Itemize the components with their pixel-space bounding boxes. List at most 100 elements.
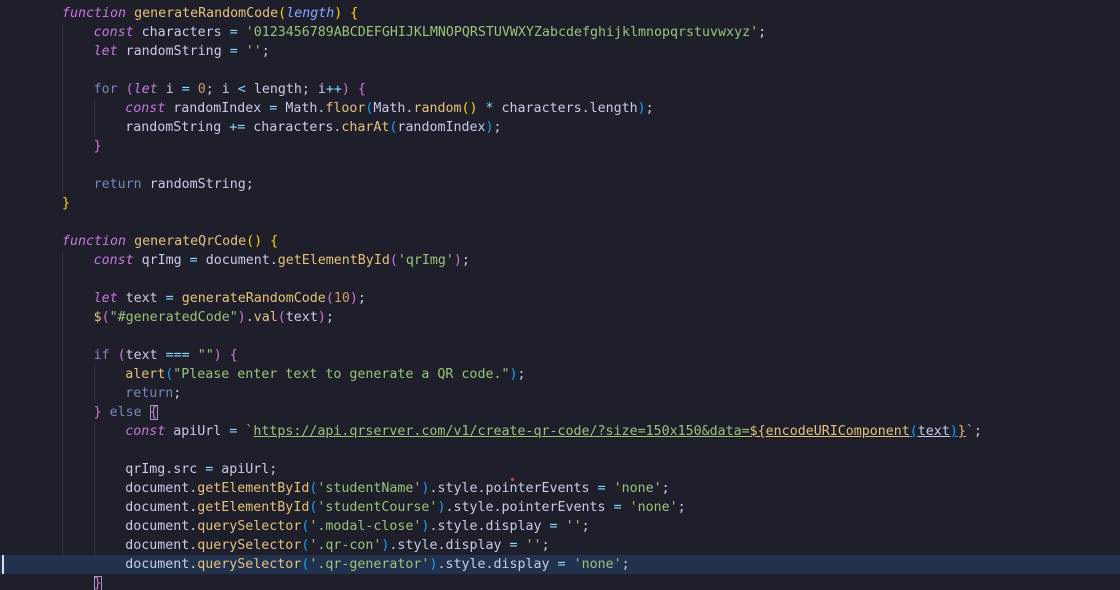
- code-line[interactable]: document.querySelector('.qr-con').style.…: [0, 536, 1120, 555]
- code-token: ;: [541, 538, 550, 553]
- code-token: '': [245, 44, 262, 59]
- code-token: alert: [125, 367, 166, 382]
- code-token: (: [125, 82, 134, 97]
- code-token: ++: [325, 82, 342, 97]
- code-line[interactable]: if (text === "") {: [0, 346, 1120, 365]
- code-line[interactable]: const qrImg = document.getElementById('q…: [0, 251, 1120, 270]
- code-token: 'none': [629, 500, 678, 515]
- code-editor[interactable]: function generateRandomCode(length) {con…: [0, 0, 1120, 590]
- code-line[interactable]: document.getElementById('studentCourse')…: [0, 498, 1120, 517]
- code-token: for: [93, 82, 118, 97]
- code-line[interactable]: [0, 213, 1120, 232]
- code-line[interactable]: } else {: [0, 403, 1120, 422]
- code-token: (: [117, 348, 126, 363]
- code-line[interactable]: }: [0, 194, 1120, 213]
- code-line[interactable]: document.querySelector('.modal-close').s…: [0, 517, 1120, 536]
- code-line[interactable]: [0, 327, 1120, 346]
- code-line[interactable]: }: [0, 137, 1120, 156]
- code-line[interactable]: return randomString;: [0, 175, 1120, 194]
- code-token: ===: [165, 348, 190, 363]
- code-token: ;: [581, 519, 590, 534]
- code-token: ;: [645, 101, 654, 116]
- code-token: .style.pointerEvents: [445, 500, 614, 515]
- code-line[interactable]: alert("Please enter text to generate a Q…: [0, 365, 1120, 384]
- code-line[interactable]: for (let i = 0; i < length; i++) {: [0, 80, 1120, 99]
- code-token: '0123456789ABCDEFGHIJKLMNOPQRSTUVWXYZabc…: [245, 25, 759, 40]
- code-token: ;: [261, 44, 270, 59]
- code-token: 'studentName': [317, 481, 422, 496]
- code-token: ): [237, 310, 246, 325]
- code-token: (): [461, 101, 478, 116]
- code-token: *: [485, 101, 494, 116]
- code-token: 'none': [573, 557, 622, 572]
- code-token: random: [413, 101, 462, 116]
- code-line[interactable]: }: [0, 574, 1120, 590]
- code-token: length: [286, 6, 335, 21]
- code-line[interactable]: [0, 441, 1120, 460]
- code-token: characters.: [245, 120, 342, 135]
- code-token: let: [93, 291, 118, 306]
- code-token: }: [957, 424, 966, 439]
- code-token: 0: [197, 82, 206, 97]
- code-token: qrImg: [133, 253, 190, 268]
- code-token: characters: [133, 25, 230, 40]
- code-token: ): [349, 291, 358, 306]
- code-line[interactable]: [0, 61, 1120, 80]
- code-line[interactable]: const apiUrl = `https://api.qrserver.com…: [0, 422, 1120, 441]
- code-line[interactable]: let randomString = '';: [0, 42, 1120, 61]
- code-token: .style.display: [437, 557, 558, 572]
- code-token: =: [557, 557, 566, 572]
- code-token: '': [565, 519, 582, 534]
- code-line[interactable]: randomString += characters.charAt(random…: [0, 118, 1120, 137]
- text-cursor: [2, 555, 4, 574]
- code-token: =: [509, 538, 518, 553]
- code-token: document.: [125, 481, 198, 496]
- code-token: floor: [325, 101, 366, 116]
- code-token: }: [93, 576, 102, 590]
- code-line[interactable]: [0, 156, 1120, 175]
- code-line[interactable]: function generateQrCode() {: [0, 232, 1120, 251]
- code-token: '.qr-generator': [309, 557, 430, 572]
- code-token: "Please enter text to generate a QR code…: [173, 367, 510, 382]
- code-token: .style.display: [389, 538, 510, 553]
- code-line[interactable]: document.querySelector('.qr-generator').…: [0, 555, 1120, 574]
- code-line[interactable]: document.getElementById('studentName').s…: [0, 479, 1120, 498]
- code-token: ;: [493, 120, 502, 135]
- code-line[interactable]: [0, 270, 1120, 289]
- code-token: document.: [125, 557, 198, 572]
- code-token: let: [133, 82, 158, 97]
- code-token: '.qr-con': [309, 538, 382, 553]
- code-token: querySelector: [197, 538, 302, 553]
- code-line[interactable]: $("#generatedCode").val(text);: [0, 308, 1120, 327]
- code-token: encodeURIComponent: [765, 424, 910, 439]
- code-token: getElementById: [197, 500, 310, 515]
- code-token: =: [165, 291, 174, 306]
- code-line[interactable]: return;: [0, 384, 1120, 403]
- code-line[interactable]: const characters = '0123456789ABCDEFGHIJ…: [0, 23, 1120, 42]
- code-token: text: [125, 348, 166, 363]
- code-token: =: [189, 253, 198, 268]
- code-token: (: [325, 291, 334, 306]
- code-line[interactable]: let text = generateRandomCode(10);: [0, 289, 1120, 308]
- code-line[interactable]: const randomIndex = Math.floor(Math.rand…: [0, 99, 1120, 118]
- code-token: .style.display: [429, 519, 550, 534]
- code-token: return: [93, 177, 142, 192]
- code-token: ): [453, 253, 462, 268]
- code-token: }: [93, 405, 102, 420]
- code-line[interactable]: qrImg.src = apiUrl;: [0, 460, 1120, 479]
- code-token: ): [949, 424, 958, 439]
- code-token: =: [181, 82, 190, 97]
- code-line[interactable]: function generateRandomCode(length) {: [0, 4, 1120, 23]
- code-token: ; i: [205, 82, 238, 97]
- code-token: generateQrCode: [134, 234, 247, 249]
